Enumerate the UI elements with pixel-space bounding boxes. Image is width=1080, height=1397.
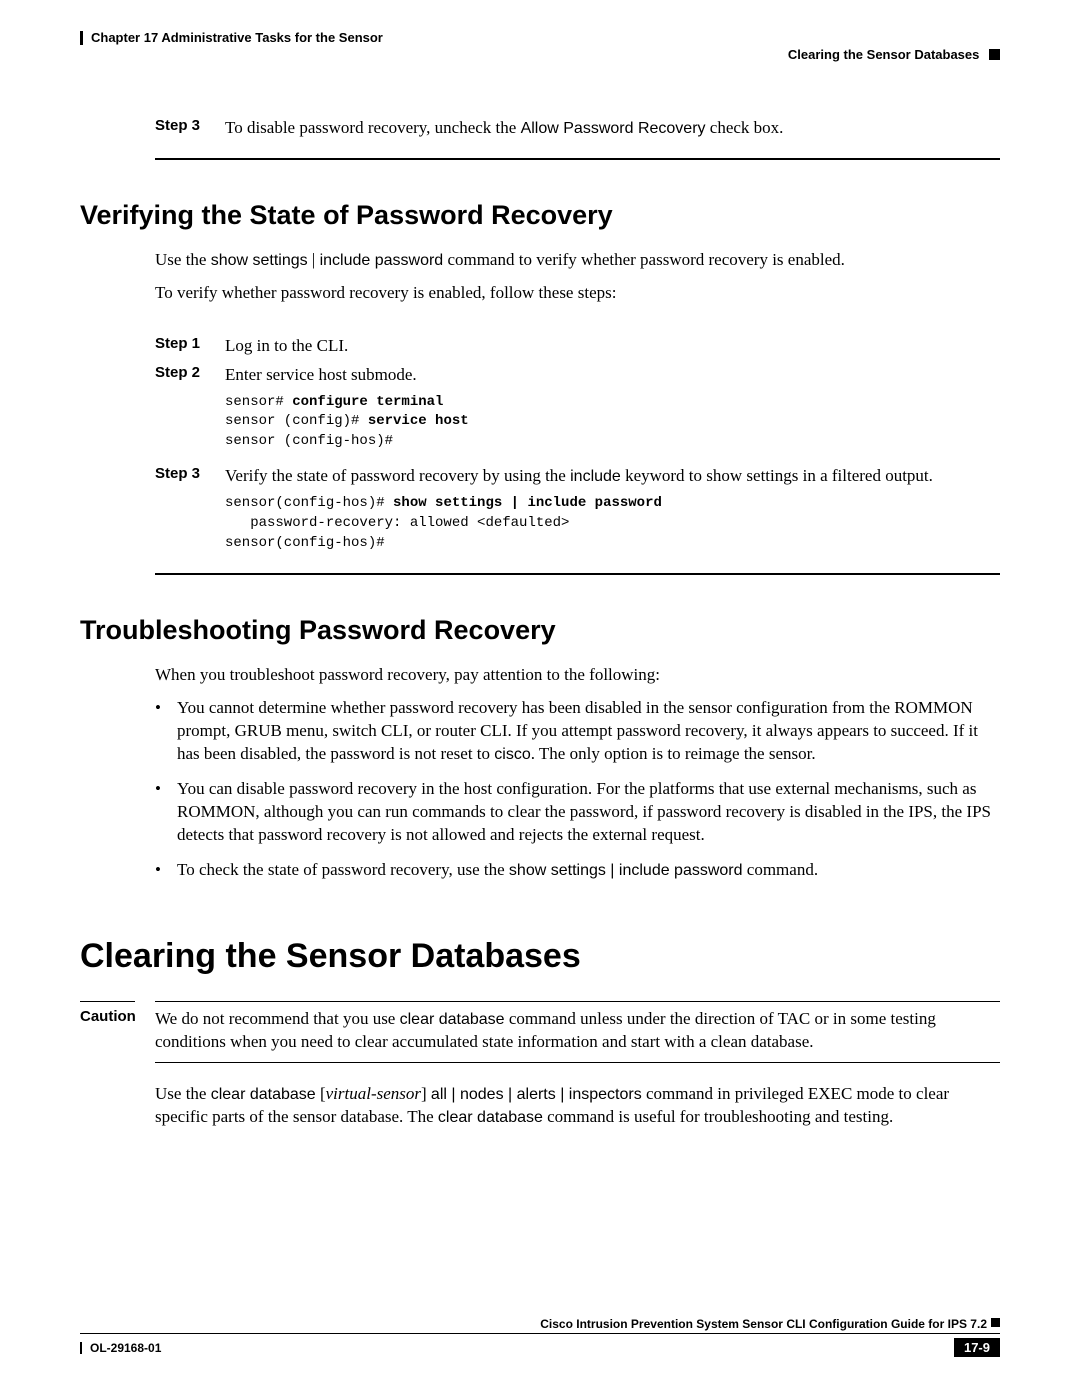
square-icon — [991, 1318, 1000, 1327]
code-block: sensor(config-hos)# show settings | incl… — [225, 494, 1000, 553]
section-header: Clearing the Sensor Databases — [80, 47, 1000, 62]
bullet-icon: • — [155, 697, 177, 766]
intro-para: When you troubleshoot password recovery,… — [155, 664, 1000, 687]
bullet-list: • You cannot determine whether password … — [155, 697, 1000, 882]
bullet-icon: • — [155, 859, 177, 882]
intro-para: Use the show settings | include password… — [155, 249, 1000, 272]
body-para: Use the clear database [virtual-sensor] … — [155, 1083, 1000, 1129]
page-number: 17-9 — [954, 1338, 1000, 1357]
list-item: • To check the state of password recover… — [155, 859, 1000, 882]
page-header: Chapter 17 Administrative Tasks for the … — [80, 30, 1000, 62]
step-label: Step 3 — [155, 465, 225, 488]
section-header-text: Clearing the Sensor Databases — [788, 47, 979, 62]
divider — [155, 573, 1000, 575]
bullet-icon: • — [155, 778, 177, 847]
caution-label: Caution — [80, 1008, 155, 1054]
footer-doc-id: OL-29168-01 — [80, 1341, 161, 1355]
top-step-block: Step 3 To disable password recovery, unc… — [155, 117, 1000, 140]
step-text: Log in to the CLI. — [225, 335, 1000, 358]
intro-para-2: To verify whether password recovery is e… — [155, 282, 1000, 305]
chapter-label: Chapter 17 Administrative Tasks for the … — [91, 30, 383, 45]
caution-text: We do not recommend that you use clear d… — [155, 1008, 1000, 1054]
step-text: Verify the state of password recovery by… — [225, 465, 1000, 488]
header-bar-icon — [80, 31, 83, 45]
heading-troubleshooting: Troubleshooting Password Recovery — [80, 615, 1000, 646]
footer-title: Cisco Intrusion Prevention System Sensor… — [80, 1317, 1000, 1334]
step-label: Step 1 — [155, 335, 225, 358]
code-block: sensor# configure terminal sensor (confi… — [225, 393, 1000, 452]
step-label: Step 2 — [155, 364, 225, 387]
steps-block: Step 1 Log in to the CLI. Step 2 Enter s… — [155, 335, 1000, 553]
divider — [155, 158, 1000, 160]
list-item: • You cannot determine whether password … — [155, 697, 1000, 766]
step-label: Step 3 — [155, 117, 225, 140]
step-text: To disable password recovery, uncheck th… — [225, 117, 1000, 140]
step-text: Enter service host submode. — [225, 364, 1000, 387]
square-icon — [989, 49, 1000, 60]
heading-verifying: Verifying the State of Password Recovery — [80, 200, 1000, 231]
vbar-icon — [80, 1342, 82, 1354]
caution-block: Caution We do not recommend that you use… — [80, 1001, 1000, 1063]
heading-clearing: Clearing the Sensor Databases — [80, 937, 1000, 976]
page-footer: Cisco Intrusion Prevention System Sensor… — [80, 1317, 1000, 1357]
list-item: • You can disable password recovery in t… — [155, 778, 1000, 847]
